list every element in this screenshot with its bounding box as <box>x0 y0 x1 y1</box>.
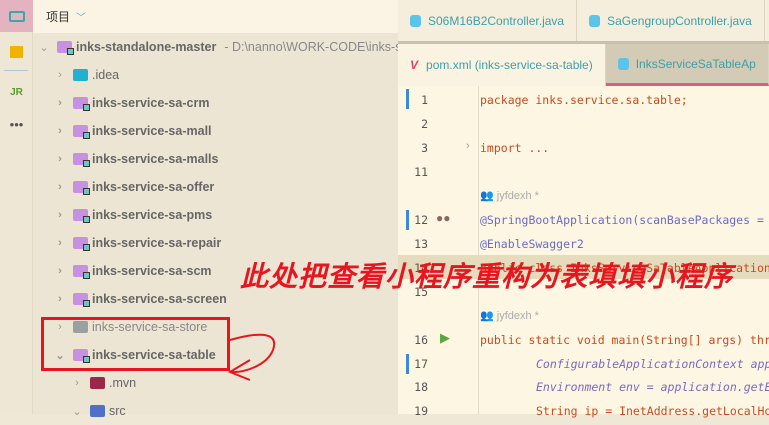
tree-item-idea[interactable]: › .idea <box>53 61 119 89</box>
tab-label: InksServiceSaTableAp <box>635 56 756 71</box>
tree-item[interactable]: › inks-service-sa-offer <box>53 173 214 201</box>
tree-item-label: inks-service-sa-mall <box>92 124 212 138</box>
structure-icon[interactable] <box>0 36 33 68</box>
module-folder-icon <box>73 293 90 307</box>
root-path: - D:\nanno\WORK-CODE\inks-sta <box>224 40 412 54</box>
line-number: 17 <box>414 357 428 371</box>
folder-icon <box>90 377 105 389</box>
java-class-icon <box>410 14 421 27</box>
module-folder-icon <box>73 125 90 139</box>
editor-tabs: Vpom.xml (inks-service-sa-table) InksSer… <box>398 44 769 86</box>
maven-icon: V <box>410 58 419 72</box>
tree-item-mvn[interactable]: › .mvn <box>70 369 136 397</box>
tree-item-label: src <box>109 404 126 418</box>
chevron-down-icon[interactable]: ⌄ <box>37 41 51 54</box>
line-number: 13 <box>414 237 428 251</box>
author-name: jyfdexh * <box>496 190 539 202</box>
highlight-box <box>41 317 230 371</box>
tree-item[interactable]: › inks-service-sa-crm <box>53 89 209 117</box>
code-line: ConfigurableApplicationContext app <box>536 357 769 371</box>
module-folder-icon <box>57 41 74 55</box>
tree-item-label: inks-standalone-master <box>76 40 217 54</box>
author-name: jyfdexh * <box>496 310 539 322</box>
tab-label: S06M16B2Controller.java <box>428 13 565 28</box>
tab-s06m16b2controller[interactable]: S06M16B2Controller.java <box>398 0 578 41</box>
module-folder-icon <box>73 209 90 223</box>
code-editor: S06M16B2Controller.java SaGengroupContro… <box>398 0 769 418</box>
tree-item[interactable]: › inks-service-sa-screen <box>53 285 227 313</box>
tab-label: SaGengroupController.java <box>607 13 752 28</box>
tree-item-label: .mvn <box>109 376 137 390</box>
tab-application[interactable]: InksServiceSaTableAp <box>605 44 769 86</box>
tree-item-label: inks-service-sa-crm <box>92 96 210 110</box>
line-number: 11 <box>414 165 428 179</box>
annotation-text: 此处把查看小程序重构为表填填小程序 <box>240 261 734 292</box>
tree-item[interactable]: › inks-service-sa-malls <box>53 145 218 173</box>
tree-item-label: inks-service-sa-offer <box>92 180 215 194</box>
module-folder-icon <box>73 97 90 111</box>
run-icon[interactable]: ▶ <box>440 330 450 346</box>
line-number: 2 <box>421 117 428 131</box>
tree-item-label: inks-service-sa-screen <box>92 292 227 306</box>
line-number: 3 <box>421 141 428 155</box>
line-number: 1 <box>421 93 428 107</box>
tree-item-src[interactable]: ⌄ src <box>70 397 126 425</box>
tree-item-label: inks-service-sa-repair <box>92 236 222 250</box>
source-folder-icon <box>90 405 105 417</box>
more-icon[interactable]: ••• <box>0 108 33 140</box>
spring-class-icon <box>617 57 629 70</box>
module-folder-icon <box>73 181 90 195</box>
tab-label: pom.xml (inks-service-sa-table) <box>426 58 593 72</box>
tree-item-label: inks-service-sa-malls <box>92 152 219 166</box>
tool-window-bar: JR ••• <box>0 0 33 414</box>
code-line: @EnableSwagger2 <box>480 237 584 251</box>
tree-item[interactable]: › inks-service-sa-pms <box>53 201 212 229</box>
code-line[interactable]: import ... <box>480 141 549 155</box>
line-number: 18 <box>414 380 428 394</box>
editor-tabs-top: S06M16B2Controller.java SaGengroupContro… <box>398 0 769 44</box>
module-folder-icon <box>73 237 90 251</box>
code-line: public static void main(String[] args) t… <box>480 333 769 347</box>
idea-folder-icon <box>73 69 88 81</box>
chevron-down-icon[interactable]: ﹀ <box>76 9 86 24</box>
java-class-icon <box>589 14 601 27</box>
jrebel-icon[interactable]: JR <box>0 76 33 108</box>
project-icon[interactable] <box>0 0 33 32</box>
tree-item-label: inks-service-sa-scm <box>92 264 212 278</box>
author-hint[interactable]: 👥 jyfdexh * <box>480 309 539 322</box>
hand-drawn-arrow <box>227 333 276 381</box>
tree-item-label: inks-service-sa-pms <box>92 208 213 222</box>
tree-item-label: .idea <box>92 68 120 82</box>
tree-item[interactable]: › inks-service-sa-scm <box>53 257 212 285</box>
code-line: String ip = InetAddress.getLocalHo <box>536 404 769 418</box>
panel-title: 项目 <box>46 10 71 24</box>
author-hint[interactable]: 👥 jyfdexh * <box>480 189 539 202</box>
code-line: Environment env = application.getE <box>536 380 769 394</box>
tree-root[interactable]: ⌄ inks-standalone-master - D:\nanno\WORK… <box>37 33 412 61</box>
bean-icon[interactable]: ●● <box>436 211 451 225</box>
tab-sagengroupcontroller[interactable]: SaGengroupController.java <box>577 0 765 41</box>
module-folder-icon <box>73 265 90 279</box>
tab-pom-xml[interactable]: Vpom.xml (inks-service-sa-table) <box>398 44 606 86</box>
fold-icon[interactable]: › <box>466 140 470 152</box>
code-line: @SpringBootApplication(scanBasePackages … <box>480 213 764 227</box>
tree-item[interactable]: › inks-service-sa-mall <box>53 117 212 145</box>
panel-header[interactable]: 项目 ﹀ <box>33 0 398 33</box>
module-folder-icon <box>73 153 90 167</box>
code-line: package inks.service.sa.table; <box>480 93 688 107</box>
line-number: 19 <box>414 404 428 418</box>
tree-item[interactable]: › inks-service-sa-repair <box>53 229 221 257</box>
